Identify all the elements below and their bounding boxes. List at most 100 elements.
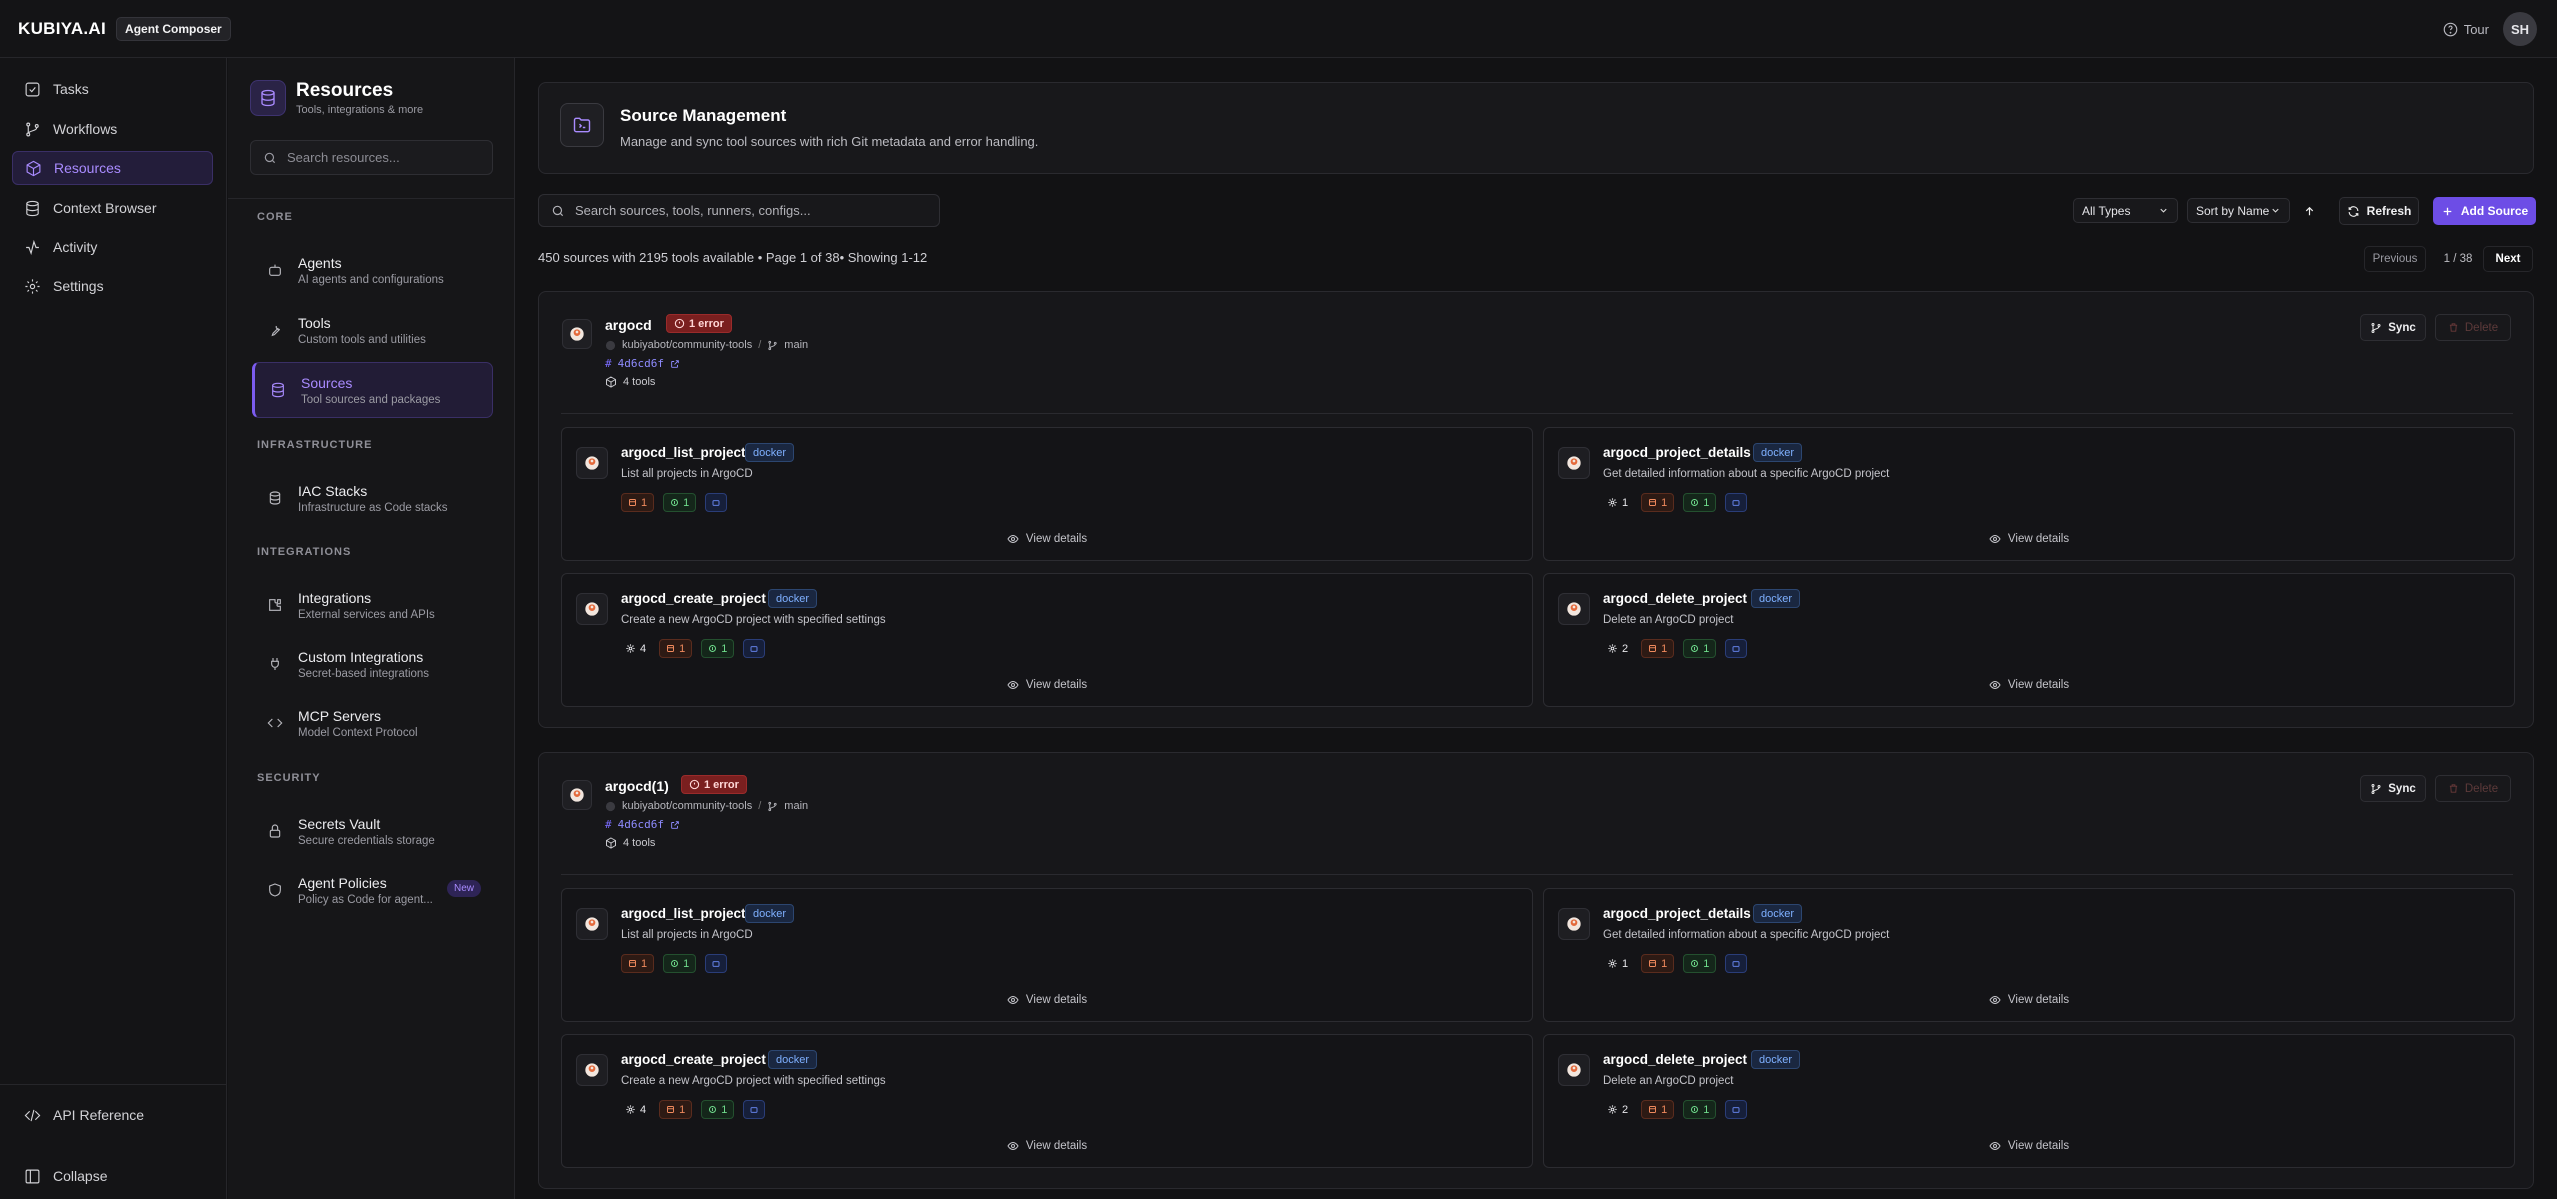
- tour-button[interactable]: Tour: [2443, 22, 2489, 37]
- database-icon: [250, 80, 286, 116]
- params-chip: 1: [1603, 954, 1632, 973]
- resources-chip: 1: [1641, 1100, 1675, 1119]
- nav-item-api-reference[interactable]: API Reference: [12, 1098, 213, 1132]
- sources-search[interactable]: [538, 194, 940, 227]
- tools-count: 4 tools: [605, 376, 655, 388]
- sort-direction-button[interactable]: [2298, 197, 2320, 225]
- connections-chip: 1: [701, 639, 735, 658]
- brand-logo[interactable]: KUBIYA.AI: [18, 19, 106, 39]
- tool-card[interactable]: argocd_list_projects docker List all pro…: [561, 888, 1533, 1022]
- tool-card[interactable]: argocd_project_details docker Get detail…: [1543, 427, 2515, 561]
- resource-item-integrations[interactable]: Integrations External services and APIs: [252, 577, 493, 633]
- tool-card[interactable]: argocd_create_project docker Create a ne…: [561, 1034, 1533, 1168]
- resource-label: Secrets Vault: [298, 815, 381, 832]
- delete-button[interactable]: Delete: [2435, 314, 2511, 341]
- view-details-link[interactable]: View details: [1544, 533, 2514, 545]
- resources-chip: 1: [621, 493, 655, 512]
- view-details-label: View details: [1025, 533, 1088, 545]
- view-details-link[interactable]: View details: [562, 994, 1532, 1006]
- resource-item-iac-stacks[interactable]: IAC Stacks Infrastructure as Code stacks: [252, 470, 493, 526]
- resource-item-agent-policies[interactable]: Agent Policies Policy as Code for agent..…: [252, 862, 493, 918]
- delete-button[interactable]: Delete: [2435, 775, 2511, 802]
- next-page-button[interactable]: Next: [2483, 246, 2533, 272]
- link-icon: [671, 960, 679, 967]
- params-count: 2: [1622, 1103, 1629, 1116]
- tool-card[interactable]: argocd_project_details docker Get detail…: [1543, 888, 2515, 1022]
- sources-search-input[interactable]: [575, 203, 935, 218]
- resource-item-sources[interactable]: Sources Tool sources and packages: [252, 362, 493, 418]
- nav-item-label: Workflows: [53, 121, 118, 137]
- refresh-label: Refresh: [2366, 204, 2412, 218]
- resources-search-input[interactable]: [287, 150, 477, 165]
- type-filter-select[interactable]: All Types: [2073, 198, 2178, 223]
- resource-label: IAC Stacks: [298, 482, 368, 499]
- sort-select[interactable]: Sort by Name: [2187, 198, 2290, 223]
- connections-chip: 1: [663, 493, 697, 512]
- repo-name[interactable]: kubiyabot/community-tools: [622, 339, 752, 351]
- add-source-button[interactable]: Add Source: [2433, 197, 2536, 225]
- connections-count: 1: [1703, 642, 1710, 655]
- tool-card[interactable]: argocd_delete_project docker Delete an A…: [1543, 573, 2515, 707]
- resource-item-custom-integrations[interactable]: Custom Integrations Secret-based integrat…: [252, 636, 493, 692]
- alert-circle-icon: [689, 779, 700, 790]
- tool-card[interactable]: argocd_list_projects docker List all pro…: [561, 427, 1533, 561]
- source-name[interactable]: argocd(1): [605, 778, 669, 794]
- repo-separator: /: [758, 800, 762, 812]
- gear-icon: [1608, 959, 1617, 968]
- user-avatar[interactable]: SH: [2503, 12, 2537, 46]
- view-details-link[interactable]: View details: [562, 1140, 1532, 1152]
- github-icon: [605, 801, 616, 811]
- error-badge[interactable]: 1 error: [666, 314, 732, 333]
- view-details-link[interactable]: View details: [1544, 1140, 2514, 1152]
- refresh-button[interactable]: Refresh: [2339, 197, 2419, 225]
- resource-item-mcp-servers[interactable]: MCP Servers Model Context Protocol: [252, 695, 493, 751]
- database-icon: [267, 382, 289, 398]
- source-card: argocd 1 error kubiyabot/community-tools…: [538, 291, 2534, 728]
- tool-card[interactable]: argocd_create_project docker Create a ne…: [561, 573, 1533, 707]
- connections-count: 1: [1703, 496, 1710, 509]
- resource-item-agents[interactable]: Agents AI agents and configurations: [252, 242, 493, 298]
- view-details-link[interactable]: View details: [562, 533, 1532, 545]
- view-details-link[interactable]: View details: [1544, 679, 2514, 691]
- collapse-button[interactable]: Collapse: [12, 1159, 213, 1193]
- nav-item-workflows[interactable]: Workflows: [12, 112, 213, 146]
- nav-item-context-browser[interactable]: Context Browser: [12, 191, 213, 225]
- resources-chip: 1: [1641, 493, 1675, 512]
- eye-icon: [1989, 680, 2001, 690]
- nav-item-label: Context Browser: [53, 200, 157, 216]
- help-circle-icon: [2443, 22, 2458, 36]
- trash-icon: [2449, 323, 2458, 332]
- commit-link[interactable]: # 4d6cd6f: [605, 357, 680, 370]
- connections-count: 1: [1703, 957, 1710, 970]
- previous-page-button[interactable]: Previous: [2364, 246, 2426, 272]
- repo-name[interactable]: kubiyabot/community-tools: [622, 800, 752, 812]
- resource-item-tools[interactable]: Tools Custom tools and utilities: [252, 302, 493, 358]
- view-details-link[interactable]: View details: [562, 679, 1532, 691]
- sync-button[interactable]: Sync: [2360, 314, 2426, 341]
- connections-chip: 1: [1683, 493, 1717, 512]
- resources-search[interactable]: [250, 140, 493, 175]
- tool-card[interactable]: argocd_delete_project docker Delete an A…: [1543, 1034, 2515, 1168]
- nav-item-tasks[interactable]: Tasks: [12, 72, 213, 106]
- eye-icon: [1989, 534, 2001, 544]
- nav-item-settings[interactable]: Settings: [12, 269, 213, 303]
- sync-button[interactable]: Sync: [2360, 775, 2426, 802]
- docker-badge: docker: [768, 589, 818, 608]
- tools-count-label: 4 tools: [623, 837, 656, 849]
- nav-item-resources[interactable]: Resources: [12, 151, 213, 185]
- params-chip: 4: [621, 639, 650, 658]
- nav-item-activity[interactable]: Activity: [12, 230, 213, 264]
- source-name[interactable]: argocd: [605, 317, 652, 333]
- tool-stats: 1 1: [621, 493, 728, 512]
- tool-avatar: [576, 447, 608, 479]
- tool-description: List all projects in ArgoCD: [621, 468, 753, 480]
- tool-name: argocd_delete_project: [1603, 591, 1748, 606]
- error-badge[interactable]: 1 error: [681, 775, 747, 794]
- tool-avatar: [576, 1054, 608, 1086]
- resource-label: MCP Servers: [298, 707, 381, 724]
- panel-subtitle: Tools, integrations & more: [296, 104, 424, 116]
- docker-badge: docker: [768, 1050, 818, 1069]
- commit-link[interactable]: # 4d6cd6f: [605, 818, 680, 831]
- resource-item-secrets-vault[interactable]: Secrets Vault Secure credentials storage: [252, 803, 493, 859]
- view-details-link[interactable]: View details: [1544, 994, 2514, 1006]
